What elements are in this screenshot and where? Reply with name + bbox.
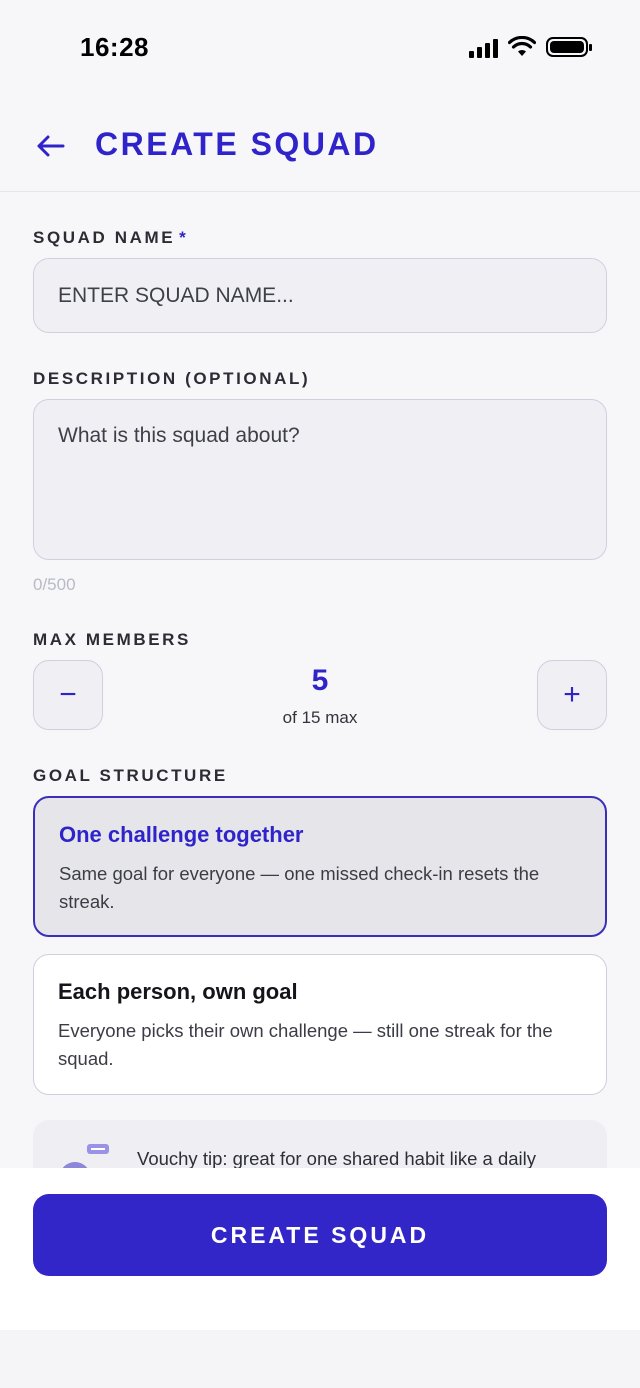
tip-text: Vouchy tip: great for one shared habit l…	[137, 1148, 537, 1169]
header: CREATE SQUAD	[0, 100, 640, 192]
goal-structure-label: GOAL STRUCTURE	[33, 766, 228, 785]
description-input[interactable]	[33, 399, 607, 560]
goal-option-description: Same goal for everyone — one missed chec…	[59, 863, 540, 912]
plus-icon: +	[563, 678, 581, 711]
squad-name-label-text: SQUAD NAME	[33, 228, 176, 247]
increment-button[interactable]: +	[537, 660, 607, 730]
squad-name-label: SQUAD NAME *	[33, 228, 188, 248]
bottom-action-panel: CREATE SQUAD	[0, 1168, 640, 1330]
goal-option-title: One challenge together	[59, 822, 304, 847]
goal-option-title: Each person, own goal	[58, 979, 298, 1004]
battery-icon	[546, 37, 592, 57]
squad-name-input[interactable]	[33, 258, 607, 333]
minus-icon: −	[59, 678, 77, 711]
status-bar: 16:28	[0, 0, 640, 90]
description-label: DESCRIPTION (OPTIONAL)	[33, 369, 311, 388]
create-squad-button[interactable]: CREATE SQUAD	[33, 1194, 607, 1276]
wifi-icon	[508, 36, 536, 56]
arrow-left-icon	[37, 135, 65, 157]
cellular-signal-icon	[469, 36, 498, 58]
max-members-label: MAX MEMBERS	[33, 630, 191, 649]
home-indicator-area	[0, 1330, 640, 1388]
max-members-limit: of 15 max	[282, 708, 358, 727]
decrement-button[interactable]: −	[33, 660, 103, 730]
description-char-counter: 0/500	[33, 575, 76, 594]
goal-option-shared[interactable]: One challenge together Same goal for eve…	[33, 796, 607, 937]
max-members-value: 5	[311, 664, 329, 697]
required-star: *	[179, 228, 189, 247]
status-time: 16:28	[80, 32, 149, 62]
status-icons	[469, 36, 592, 58]
page-title: CREATE SQUAD	[95, 126, 379, 162]
goal-option-individual[interactable]: Each person, own goal Everyone picks the…	[33, 954, 607, 1095]
back-button[interactable]	[30, 126, 70, 166]
goal-option-description: Everyone picks their own challenge — sti…	[58, 1020, 553, 1069]
